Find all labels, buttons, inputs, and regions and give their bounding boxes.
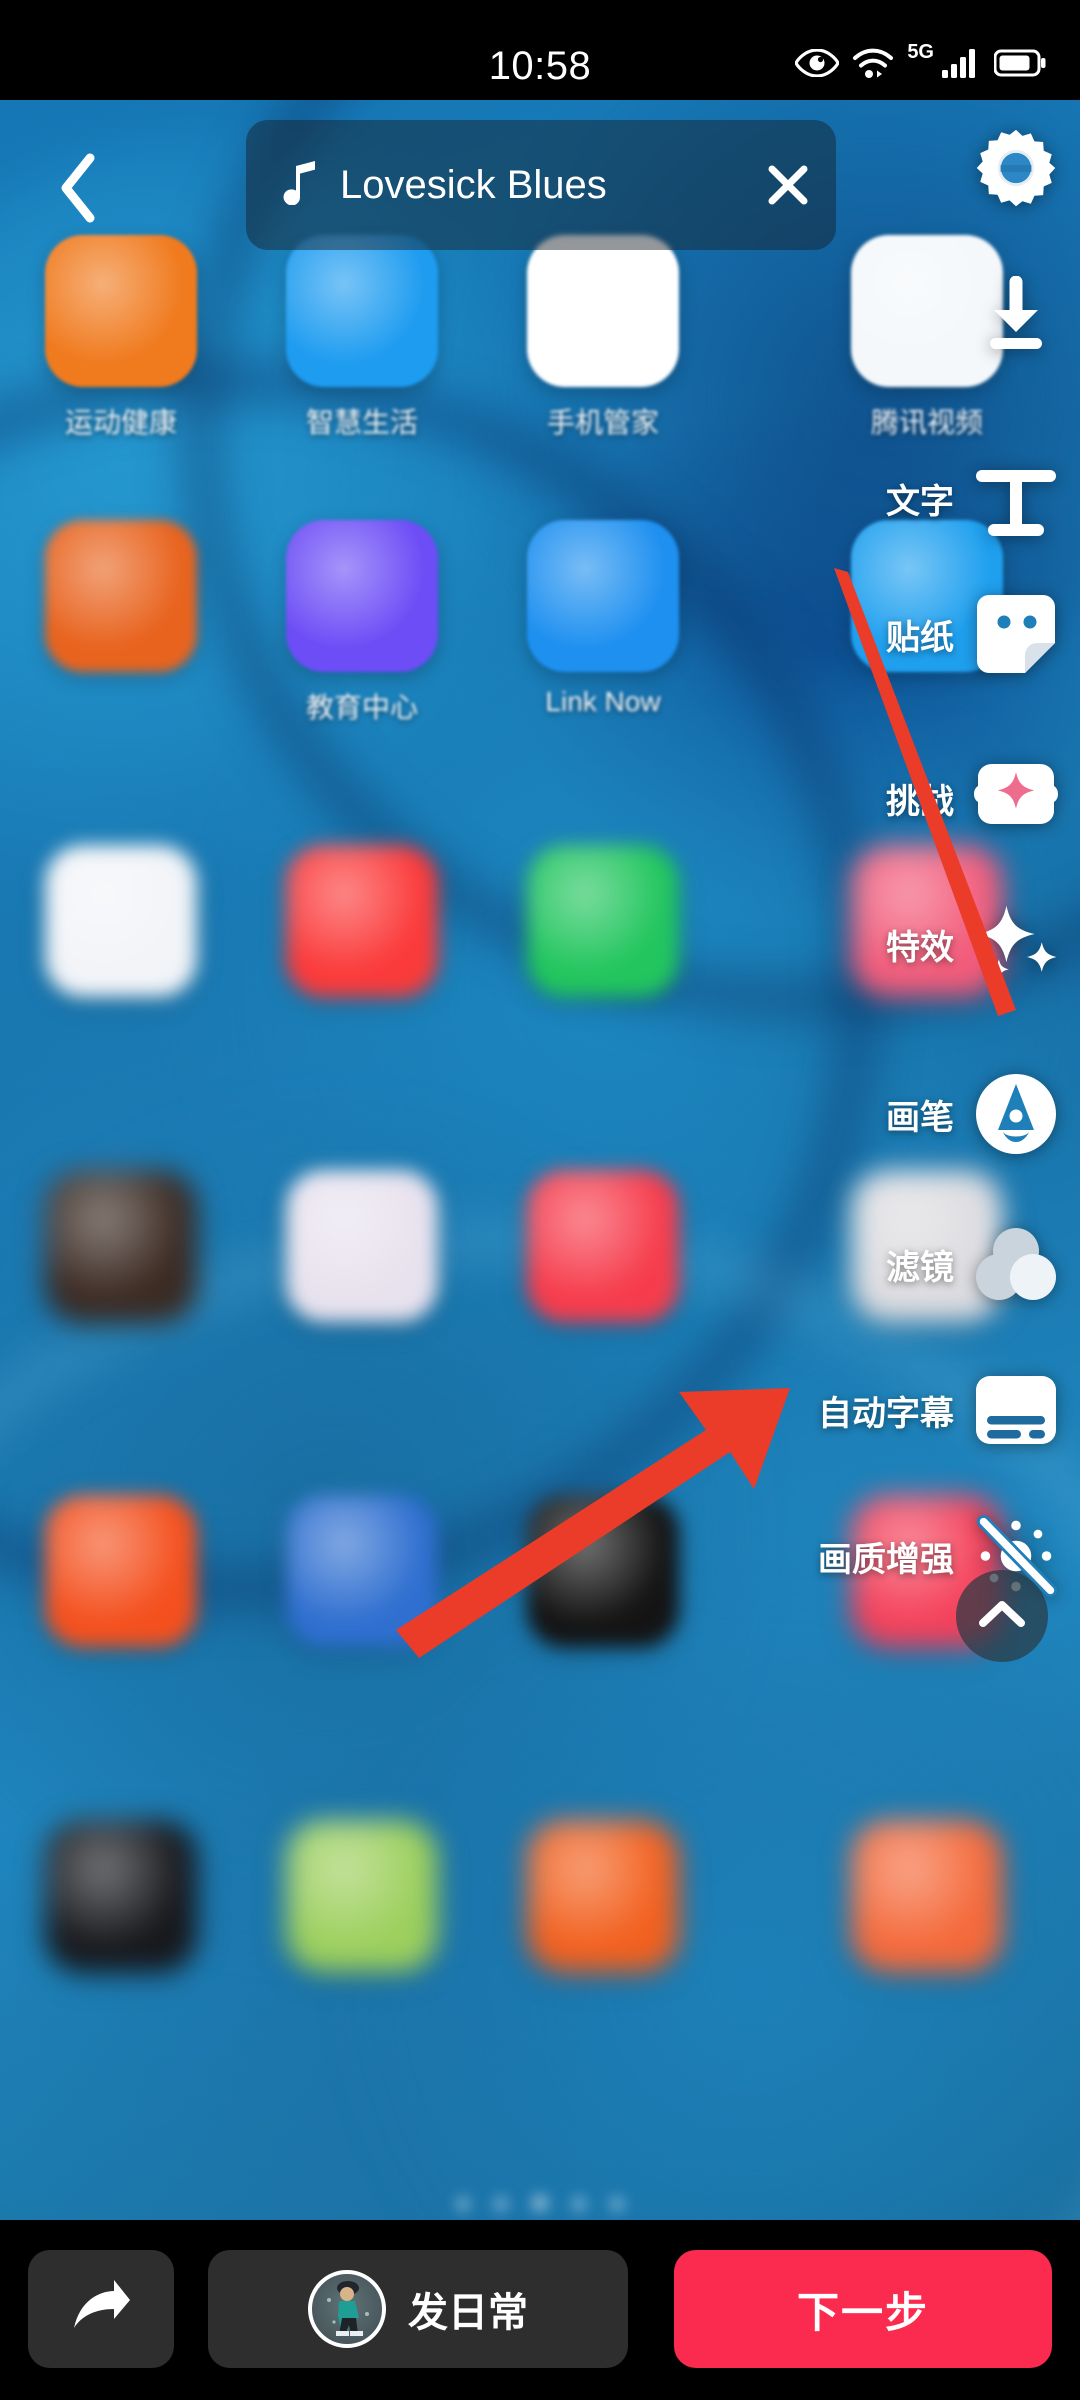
home-app-icon bbox=[832, 1820, 1022, 1986]
app-icon-art bbox=[45, 520, 197, 672]
bottom-action-bar: 发日常 下一步 bbox=[0, 2220, 1080, 2400]
app-icon-art bbox=[851, 1820, 1003, 1972]
music-track-title: Lovesick Blues bbox=[340, 162, 607, 207]
app-icon-label: 运动健康 bbox=[64, 407, 177, 438]
wifi-icon bbox=[852, 47, 894, 79]
eye-care-icon bbox=[795, 49, 840, 77]
tool-filter[interactable]: 滤镜 bbox=[886, 1216, 1058, 1312]
app-icon-art bbox=[286, 1170, 438, 1322]
app-icon-art bbox=[527, 1820, 679, 1972]
app-icon-art bbox=[45, 1170, 197, 1322]
tool-label: 文字 bbox=[886, 482, 954, 521]
battery-icon bbox=[994, 49, 1046, 77]
app-icon-art bbox=[527, 845, 679, 997]
tool-label: 滤镜 bbox=[886, 1248, 954, 1287]
phone-screen: 运动健康 智慧生活 手机管家 腾讯视频教育中心 Link Now 10:58 5G bbox=[0, 0, 1080, 2400]
app-icon-art bbox=[527, 235, 679, 387]
home-app-icon: 智慧生活 bbox=[267, 235, 457, 441]
app-icon-art bbox=[527, 1495, 679, 1647]
status-bar-icons: 5G bbox=[795, 41, 1046, 79]
app-icon-label: 教育中心 bbox=[305, 692, 418, 723]
home-app-icon bbox=[26, 845, 216, 1011]
share-arrow-icon bbox=[70, 2278, 132, 2341]
app-icon-art bbox=[45, 235, 197, 387]
home-app-icon bbox=[26, 1820, 216, 1986]
tool-label: 画笔 bbox=[886, 1098, 954, 1137]
home-app-icon bbox=[26, 520, 216, 686]
tool-effects[interactable]: 特效 bbox=[886, 896, 1058, 992]
home-app-icon bbox=[508, 845, 698, 1011]
tool-label: 挑战 bbox=[886, 782, 954, 821]
status-bar: 10:58 5G bbox=[0, 0, 1080, 100]
app-icon-art bbox=[286, 1495, 438, 1647]
back-chevron-icon bbox=[56, 152, 102, 229]
back-button[interactable] bbox=[36, 140, 122, 240]
auto-subtitle-icon bbox=[974, 1368, 1058, 1452]
post-daily-label: 发日常 bbox=[408, 2291, 528, 2335]
tool-download[interactable] bbox=[954, 268, 1058, 364]
home-app-icon bbox=[267, 1820, 457, 1986]
download-arrow-icon bbox=[974, 274, 1058, 358]
page-indicator-dots bbox=[0, 2195, 1080, 2216]
effects-sparkles-icon bbox=[974, 902, 1058, 986]
home-app-icon bbox=[508, 1495, 698, 1661]
settings-gear-icon bbox=[974, 126, 1058, 210]
network-type-label: 5G bbox=[907, 40, 934, 63]
home-app-icon bbox=[26, 1495, 216, 1661]
next-step-label: 下一步 bbox=[796, 2288, 929, 2336]
home-app-icon bbox=[267, 1170, 457, 1336]
app-icon-art bbox=[286, 520, 438, 672]
app-icon-art bbox=[45, 1820, 197, 1972]
brush-pen-icon bbox=[974, 1072, 1058, 1156]
chevron-up-icon bbox=[978, 1598, 1026, 1635]
tool-settings[interactable] bbox=[954, 120, 1058, 216]
home-app-icon bbox=[26, 1170, 216, 1336]
tool-challenge[interactable]: 挑战 bbox=[886, 750, 1058, 846]
app-icon-art bbox=[286, 235, 438, 387]
app-icon-label: 手机管家 bbox=[546, 407, 659, 438]
home-app-icon: 运动健康 bbox=[26, 235, 216, 441]
app-icon-label: Link Now bbox=[545, 686, 661, 717]
post-daily-button[interactable]: 发日常 bbox=[208, 2250, 628, 2368]
music-note-icon bbox=[282, 159, 320, 212]
challenge-sparkle-icon bbox=[974, 756, 1058, 840]
tool-label: 自动字幕 bbox=[818, 1394, 954, 1433]
tool-text[interactable]: 文字 bbox=[886, 450, 1058, 546]
tool-label: 贴纸 bbox=[886, 618, 954, 657]
app-icon-art bbox=[45, 1495, 197, 1647]
app-icon-art bbox=[527, 520, 679, 672]
collapse-rail-button[interactable] bbox=[956, 1570, 1048, 1662]
app-icon-label: 腾讯视频 bbox=[870, 407, 983, 438]
tool-brush[interactable]: 画笔 bbox=[886, 1066, 1058, 1162]
tool-auto-subtitle[interactable]: 自动字幕 bbox=[818, 1362, 1058, 1458]
music-track-chip[interactable]: Lovesick Blues bbox=[246, 120, 836, 250]
next-step-button[interactable]: 下一步 bbox=[674, 2250, 1052, 2368]
app-icon-art bbox=[527, 1170, 679, 1322]
share-button[interactable] bbox=[28, 2250, 174, 2368]
home-app-icon: 手机管家 bbox=[508, 235, 698, 441]
home-app-icon: Link Now bbox=[508, 520, 698, 718]
sticker-face-icon bbox=[974, 592, 1058, 676]
app-icon-art bbox=[45, 845, 197, 997]
text-tool-icon bbox=[974, 456, 1058, 540]
filter-circles-icon bbox=[974, 1222, 1058, 1306]
home-app-icon: 教育中心 bbox=[267, 520, 457, 726]
app-icon-art bbox=[286, 1820, 438, 1972]
tool-label: 特效 bbox=[886, 928, 954, 967]
app-icon-art bbox=[286, 845, 438, 997]
home-app-icon bbox=[508, 1820, 698, 1986]
app-icon-label: 智慧生活 bbox=[305, 407, 418, 438]
home-app-icon bbox=[508, 1170, 698, 1336]
home-app-icon bbox=[267, 845, 457, 1011]
signal-bars-icon bbox=[941, 48, 981, 78]
tool-label: 画质增强 bbox=[818, 1540, 954, 1579]
home-app-icon bbox=[267, 1495, 457, 1661]
avatar bbox=[308, 2270, 386, 2348]
tool-sticker[interactable]: 贴纸 bbox=[886, 586, 1058, 682]
music-close-button[interactable] bbox=[740, 120, 836, 250]
